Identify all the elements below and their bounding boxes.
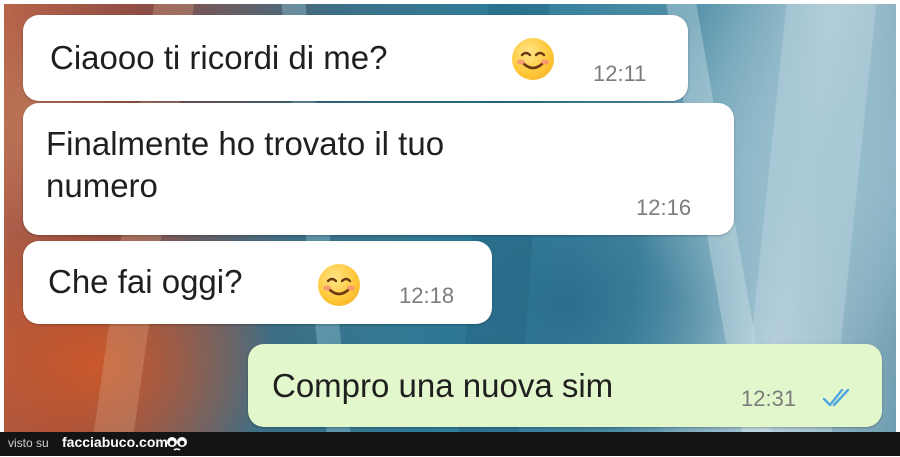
- message-text: Che fai oggi?: [48, 263, 243, 300]
- facciabuco-eyes-logo: [166, 434, 188, 457]
- message-timestamp: 12:16: [636, 195, 692, 220]
- message-text: Finalmente ho trovato il tuo numero: [46, 125, 445, 204]
- message-bubble-incoming[interactable]: Finalmente ho trovato il tuo numero 12:1…: [23, 103, 734, 235]
- message-bubble-incoming[interactable]: Che fai oggi? 12:18: [23, 241, 492, 324]
- smiling-face-icon: [512, 38, 554, 80]
- footer-site-link[interactable]: facciabuco.com: [62, 434, 168, 450]
- chat-wallpaper: Ciaooo ti ricordi di me? 12:11 Finalment…: [4, 4, 896, 432]
- watermark-footer: visto su facciabuco.com: [0, 432, 900, 456]
- footer-visto-su: visto su: [8, 436, 49, 450]
- message-bubble-incoming[interactable]: Ciaooo ti ricordi di me? 12:11: [23, 15, 688, 101]
- message-bubble-outgoing[interactable]: Compro una nuova sim 12:31: [248, 344, 882, 427]
- message-timestamp: 12:31: [741, 386, 797, 411]
- message-text: Compro una nuova sim: [272, 367, 614, 404]
- message-text: Ciaooo ti ricordi di me?: [50, 39, 388, 76]
- smiling-face-icon: [318, 264, 360, 306]
- double-check-icon: [822, 387, 854, 414]
- message-timestamp: 12:18: [399, 283, 455, 308]
- message-timestamp: 12:11: [593, 61, 647, 86]
